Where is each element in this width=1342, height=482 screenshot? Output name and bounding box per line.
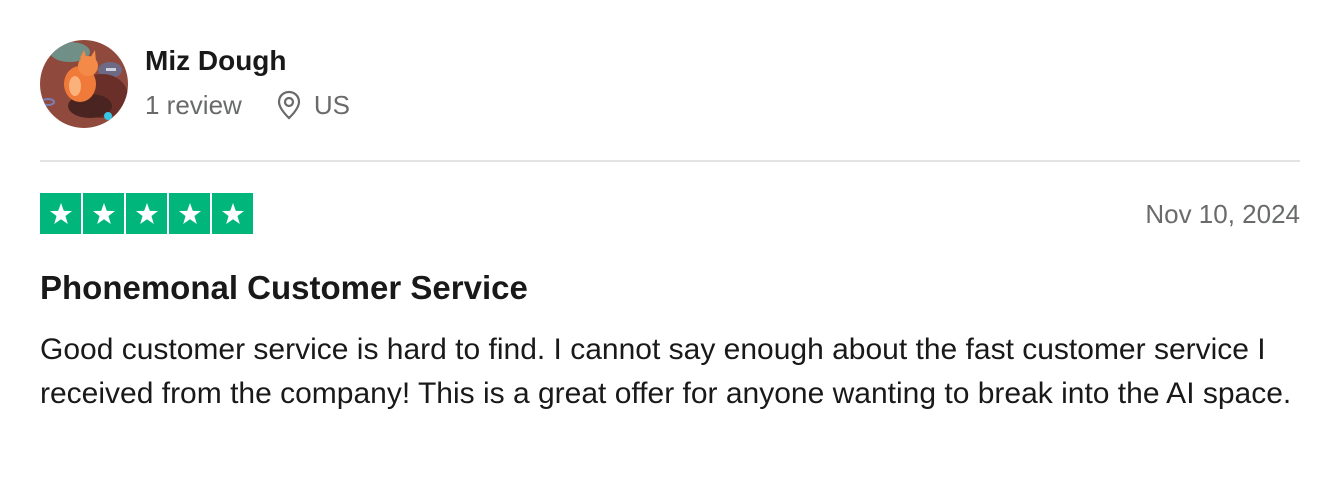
star-icon (212, 193, 253, 234)
reviewer-country: US (313, 89, 350, 120)
review-count: 1 review (145, 89, 242, 120)
reviewer-avatar[interactable] (40, 40, 128, 128)
review-body: Good customer service is hard to find. I… (40, 333, 1292, 410)
star-rating (40, 193, 253, 235)
divider (40, 160, 1300, 162)
review-card: Miz Dough 1 review US Nov 10, 2024 Phone… (0, 0, 1342, 482)
reviewer-meta: 1 review US (145, 88, 350, 122)
star-icon (40, 193, 81, 234)
review-title[interactable]: Phonemonal Customer Service (40, 268, 528, 308)
star-icon (169, 193, 210, 234)
star-icon (126, 193, 167, 234)
dog-avatar-icon (40, 40, 128, 128)
location-pin-icon (276, 90, 302, 120)
reviewer-name[interactable]: Miz Dough (145, 44, 287, 78)
star-icon (83, 193, 124, 234)
review-date: Nov 10, 2024 (1145, 199, 1300, 229)
